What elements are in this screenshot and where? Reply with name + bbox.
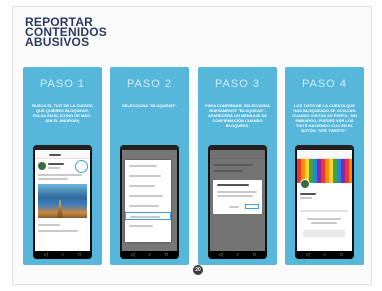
nav-bar: ◁ ○ □ bbox=[33, 251, 92, 259]
menu-item[interactable] bbox=[125, 172, 171, 180]
document-page: REPORTAR CONTENIDOS ABUSIVOS PASO 1 BUSC… bbox=[12, 6, 372, 285]
step-panel-2: PASO 2 SELECCIONA "BLOQUEAR". ◁ ○ □ bbox=[110, 67, 189, 265]
recents-icon[interactable]: □ bbox=[77, 253, 82, 258]
back-icon[interactable]: ◁ bbox=[130, 253, 135, 258]
more-options-icon[interactable] bbox=[75, 160, 88, 173]
phone-mockup: ◁ ○ □ bbox=[208, 145, 267, 259]
phone-screen bbox=[35, 150, 90, 251]
step-description: LOS TUITS DE LA CUENTA QUE HAS BLOQUEADO… bbox=[292, 103, 357, 133]
back-icon[interactable]: ◁ bbox=[218, 253, 223, 258]
step-title: PASO 3 bbox=[215, 78, 260, 90]
confirm-dialog bbox=[213, 180, 262, 214]
phone-screen bbox=[210, 150, 265, 251]
phone-mockup: ◁ ○ □ bbox=[33, 145, 92, 259]
menu-item[interactable] bbox=[125, 182, 171, 190]
back-icon[interactable]: ◁ bbox=[43, 253, 48, 258]
step-panel-1: PASO 1 BUSCA EL TUIT DE LA CUENTA QUE QU… bbox=[23, 67, 102, 265]
step-description: PARA CONFIRMAR, SELECCIONA NUEVAMENTE "B… bbox=[205, 103, 270, 128]
menu-item[interactable] bbox=[125, 162, 171, 170]
app-header bbox=[297, 150, 352, 159]
recents-icon[interactable]: □ bbox=[339, 253, 344, 258]
home-icon[interactable]: ○ bbox=[322, 253, 327, 258]
step-title: PASO 4 bbox=[302, 78, 347, 90]
page-number: 20 bbox=[193, 265, 203, 275]
step-panel-4: PASO 4 LOS TUITS DE LA CUENTA QUE HAS BL… bbox=[285, 67, 364, 265]
phone-screen bbox=[122, 150, 177, 251]
avatar bbox=[38, 162, 46, 170]
nav-bar: ◁ ○ □ bbox=[295, 251, 354, 259]
app-header bbox=[35, 150, 90, 159]
step-title: PASO 1 bbox=[40, 78, 85, 90]
see-tweets-button[interactable] bbox=[303, 230, 345, 237]
step-title: PASO 2 bbox=[127, 78, 172, 90]
phone-mockup: ◁ ○ □ bbox=[295, 145, 354, 259]
tweet-image bbox=[38, 184, 87, 218]
options-menu bbox=[125, 160, 171, 242]
steps-row: PASO 1 BUSCA EL TUIT DE LA CUENTA QUE QU… bbox=[23, 67, 365, 265]
block-menu-item[interactable] bbox=[125, 212, 171, 220]
step-panel-3: PASO 3 PARA CONFIRMAR, SELECCIONA NUEVAM… bbox=[198, 67, 277, 265]
phone-screen bbox=[297, 150, 352, 251]
nav-bar: ◁ ○ □ bbox=[120, 251, 179, 259]
step-description: SELECCIONA "BLOQUEAR". bbox=[122, 103, 177, 108]
home-icon[interactable]: ○ bbox=[147, 253, 152, 258]
page-title: REPORTAR CONTENIDOS ABUSIVOS bbox=[25, 15, 108, 49]
back-icon[interactable]: ◁ bbox=[305, 253, 310, 258]
phone-mockup: ◁ ○ □ bbox=[120, 145, 179, 259]
step-description: BUSCA EL TUIT DE LA CUENTA QUE QUIERES B… bbox=[32, 103, 93, 123]
home-icon[interactable]: ○ bbox=[235, 253, 240, 258]
recents-icon[interactable]: □ bbox=[252, 253, 257, 258]
recents-icon[interactable]: □ bbox=[164, 253, 169, 258]
menu-item[interactable] bbox=[125, 192, 171, 200]
avatar bbox=[300, 179, 310, 189]
menu-item[interactable] bbox=[125, 222, 171, 230]
menu-item[interactable] bbox=[125, 202, 171, 210]
home-icon[interactable]: ○ bbox=[60, 253, 65, 258]
nav-bar: ◁ ○ □ bbox=[208, 251, 267, 259]
confirm-block-button[interactable] bbox=[245, 204, 259, 209]
